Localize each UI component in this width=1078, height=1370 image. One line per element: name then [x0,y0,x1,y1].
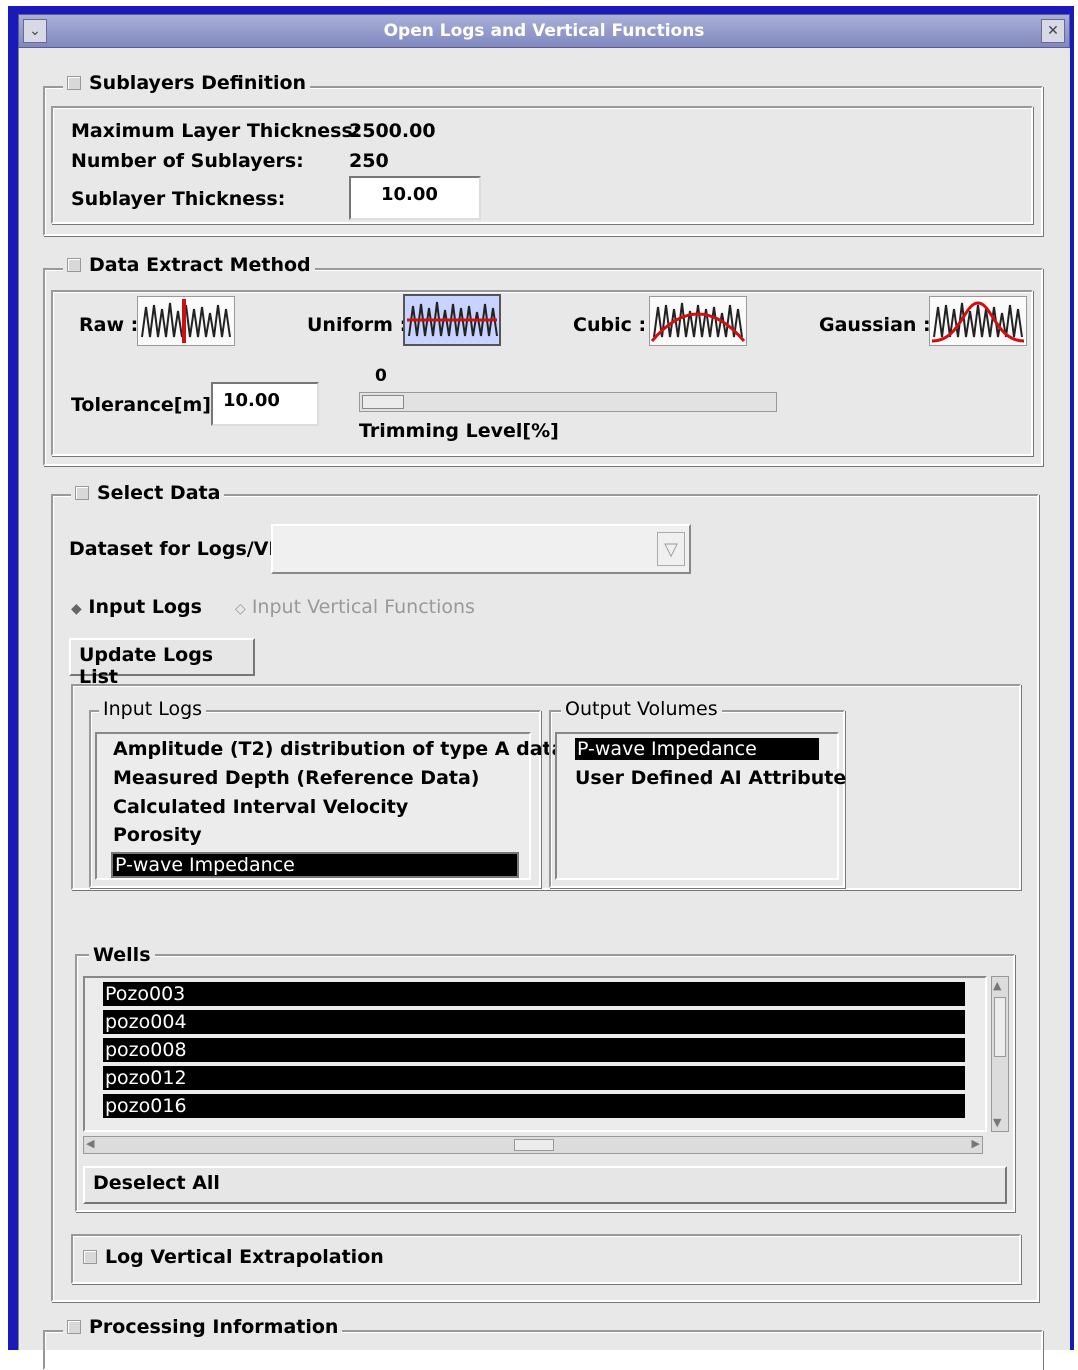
dataset-dropdown[interactable]: ▽ [271,524,691,574]
scroll-thumb[interactable] [994,997,1006,1057]
radio-input-vf-label: Input Vertical Functions [251,596,475,618]
scroll-left-icon[interactable]: ◀ [86,1137,94,1150]
output-volumes-title: Output Volumes [561,698,722,720]
gaussian-method-icon[interactable] [929,296,1027,346]
sublayer-thickness-label: Sublayer Thickness: [71,188,286,210]
scroll-right-icon[interactable]: ▶ [972,1137,980,1150]
output-volume-item[interactable]: User Defined AI Attribute [575,767,846,789]
processing-checkbox[interactable] [67,1320,81,1334]
deselect-all-button[interactable]: Deselect All [83,1166,1007,1204]
radio-input-logs-label: Input Logs [88,596,202,618]
output-volumes-list[interactable]: P-wave Impedance User Defined AI Attribu… [555,732,846,880]
num-sublayers-label: Number of Sublayers: [71,150,304,172]
well-row[interactable]: pozo012 [103,1066,965,1090]
trim-label: Trimming Level[%] [359,420,559,442]
scroll-down-icon[interactable]: ▼ [993,1116,1001,1129]
trim-value: 0 [375,366,387,386]
hscroll-thumb[interactable] [514,1139,554,1151]
max-thickness-value: 2500.00 [349,120,436,142]
trim-slider-thumb[interactable] [362,395,404,409]
extract-checkbox[interactable] [67,258,81,272]
uniform-method-icon[interactable] [403,294,501,346]
radio-input-vf[interactable]: ◇ Input Vertical Functions [235,596,475,618]
input-logs-title: Input Logs [99,698,207,720]
uniform-label: Uniform : [307,314,408,336]
log-vertical-label: Log Vertical Extrapolation [105,1246,384,1268]
extract-title[interactable]: Data Extract Method [63,254,315,276]
max-thickness-label: Maximum Layer Thickness: [71,120,361,142]
title-bar[interactable]: ⌄ Open Logs and Vertical Functions ✕ [18,14,1070,48]
sublayer-thickness-input[interactable]: 10.00 [349,176,481,220]
chevron-down-icon[interactable]: ▽ [657,532,685,566]
cubic-method-icon[interactable] [649,296,747,346]
window-title: Open Logs and Vertical Functions [383,21,705,41]
output-volume-item-selected[interactable]: P-wave Impedance [575,738,819,760]
wells-vertical-scrollbar[interactable]: ▲ ▼ [991,976,1009,1132]
scroll-up-icon[interactable]: ▲ [993,979,1001,992]
sublayers-checkbox[interactable] [67,76,81,90]
raw-method-icon[interactable] [137,296,235,346]
input-log-item[interactable]: Amplitude (T2) distribution of type A da… [113,738,564,760]
well-row[interactable]: pozo004 [103,1010,965,1034]
well-row[interactable]: pozo008 [103,1038,965,1062]
input-log-item[interactable]: Porosity [113,824,202,846]
input-log-item[interactable]: Calculated Interval Velocity [113,796,408,818]
input-logs-list[interactable]: Amplitude (T2) distribution of type A da… [95,732,564,880]
close-icon[interactable]: ✕ [1041,19,1065,43]
tolerance-label: Tolerance[m] [71,394,211,416]
sublayers-title[interactable]: Sublayers Definition [63,72,311,94]
input-log-item[interactable]: Measured Depth (Reference Data) [113,767,479,789]
wells-horizontal-scrollbar[interactable]: ◀ ▶ [83,1136,983,1154]
well-row[interactable]: pozo016 [103,1094,965,1118]
dialog-body: Sublayers Definition Maximum Layer Thick… [18,48,1070,1370]
update-logs-button[interactable]: Update Logs List [69,638,255,688]
raw-label: Raw : [79,314,139,336]
well-row[interactable]: Pozo003 [103,982,965,1006]
cubic-label: Cubic : [573,314,647,336]
wells-list[interactable]: Pozo003 pozo004 pozo008 pozo012 pozo016 [83,976,987,1132]
tolerance-input[interactable]: 10.00 [211,382,319,426]
wells-title: Wells [89,944,155,966]
log-vertical-option[interactable]: Log Vertical Extrapolation [83,1246,384,1268]
radio-selected-icon: ◆ [71,601,82,617]
log-vertical-checkbox[interactable] [83,1250,97,1264]
dataset-label: Dataset for Logs/VF [69,538,282,560]
num-sublayers-value: 250 [349,150,389,172]
input-log-item-selected[interactable]: P-wave Impedance [111,852,519,878]
radio-unselected-icon: ◇ [235,601,246,617]
select-title[interactable]: Select Data [71,482,225,504]
trim-slider[interactable] [359,392,777,412]
select-checkbox[interactable] [75,486,89,500]
gaussian-label: Gaussian : [819,314,931,336]
processing-title[interactable]: Processing Information [63,1316,343,1338]
radio-input-logs[interactable]: ◆ Input Logs [71,596,202,618]
